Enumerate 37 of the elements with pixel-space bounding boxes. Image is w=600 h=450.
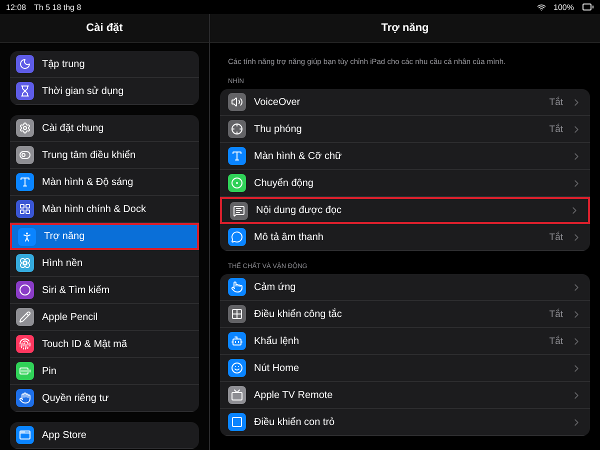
sidebar-item[interactable]: Apple Pencil — [10, 304, 199, 331]
sidebar-title: Cài đặt — [86, 22, 123, 34]
detail-title: Trợ năng — [381, 22, 429, 34]
wifi-icon — [536, 2, 546, 12]
status-date: Th 5 18 thg 8 — [34, 2, 82, 12]
sidebar-item[interactable]: Trung tâm điều khiển — [10, 142, 199, 169]
settings-row[interactable]: Mô tả âm thanh Tắt — [220, 224, 590, 251]
row-value: Tắt — [549, 308, 563, 320]
settings-row[interactable]: Nút Home — [220, 355, 590, 382]
row-value: Tắt — [549, 124, 563, 134]
settings-row[interactable]: VoiceOver Tắt — [220, 89, 590, 116]
settings-row[interactable]: Điều khiển con trỏ — [220, 409, 590, 436]
sidebar-item[interactable]: Tập trung — [10, 51, 199, 78]
settings-row[interactable]: Điều khiển công tắc Tắt — [220, 301, 590, 328]
sidebar-item[interactable]: Cài đặt chung — [10, 115, 199, 142]
row-value: Tắt — [549, 96, 563, 108]
row-value: Tắt — [549, 336, 563, 346]
battery-percent: 100% — [554, 2, 574, 12]
sidebar-item[interactable]: Pin — [10, 358, 199, 385]
sidebar-item[interactable]: App Store — [10, 422, 199, 449]
settings-row[interactable]: Cảm ứng — [220, 274, 590, 301]
sidebar-item[interactable]: Siri & Tìm kiếm — [10, 277, 199, 304]
sidebar-item[interactable]: Quyền riêng tư — [10, 385, 199, 412]
settings-row[interactable]: Nội dung được đọc — [220, 197, 590, 224]
sidebar-item[interactable]: Trợ năng — [10, 223, 199, 250]
status-time: 12:08 — [6, 2, 26, 12]
settings-row[interactable]: Chuyển động — [220, 170, 590, 197]
settings-row[interactable]: Thu phóng Tắt — [220, 116, 590, 143]
battery-icon — [582, 1, 594, 13]
settings-row[interactable]: Màn hình & Cỡ chữ — [220, 143, 590, 170]
sidebar-item[interactable]: Màn hình & Độ sáng — [10, 169, 199, 196]
sidebar-item[interactable]: Touch ID & Mật mã — [10, 331, 199, 358]
settings-row[interactable]: Apple TV Remote — [220, 382, 590, 409]
row-value: Tắt — [549, 232, 563, 242]
sidebar-item[interactable]: Thời gian sử dụng — [10, 78, 199, 105]
sidebar-item[interactable]: Hình nền — [10, 250, 199, 277]
settings-row[interactable]: Khẩu lệnh Tắt — [220, 328, 590, 355]
